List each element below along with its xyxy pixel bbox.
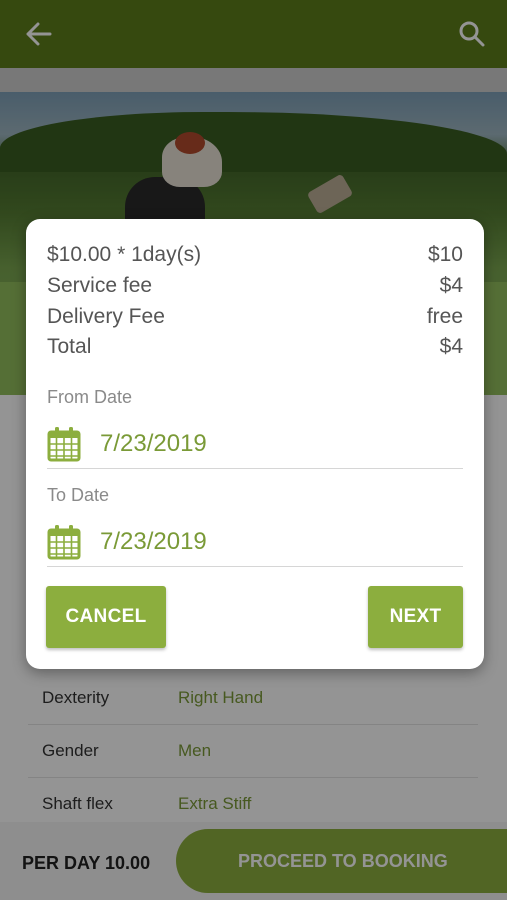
booking-dialog: $10.00 * 1day(s) $10 Service fee $4 Deli… [26,219,484,669]
to-date-value: 7/23/2019 [100,527,207,555]
price-line-label: $10.00 * 1day(s) [47,243,202,266]
price-line-value: $4 [439,274,463,297]
calendar-icon [47,524,81,559]
from-date-value: 7/23/2019 [100,429,207,457]
price-line-label: Delivery Fee [47,305,165,328]
from-date-field[interactable]: 7/23/2019 [47,419,463,469]
price-line-label: Total [47,335,92,358]
price-line-rate: $10.00 * 1day(s) $10 [47,243,463,267]
price-line-value: $4 [439,335,463,358]
from-date-label: From Date [47,387,133,407]
next-button[interactable]: NEXT [368,586,463,648]
to-date-label: To Date [47,485,110,505]
cancel-button[interactable]: CANCEL [46,586,166,648]
calendar-icon [47,426,81,461]
price-line-label: Service fee [47,274,153,297]
price-line-total: Total $4 [47,335,463,359]
price-line-service-fee: Service fee $4 [47,274,463,298]
price-line-value: $10 [427,243,463,266]
price-line-delivery-fee: Delivery Fee free [47,305,463,329]
to-date-field[interactable]: 7/23/2019 [47,517,463,567]
price-line-value: free [426,305,463,328]
